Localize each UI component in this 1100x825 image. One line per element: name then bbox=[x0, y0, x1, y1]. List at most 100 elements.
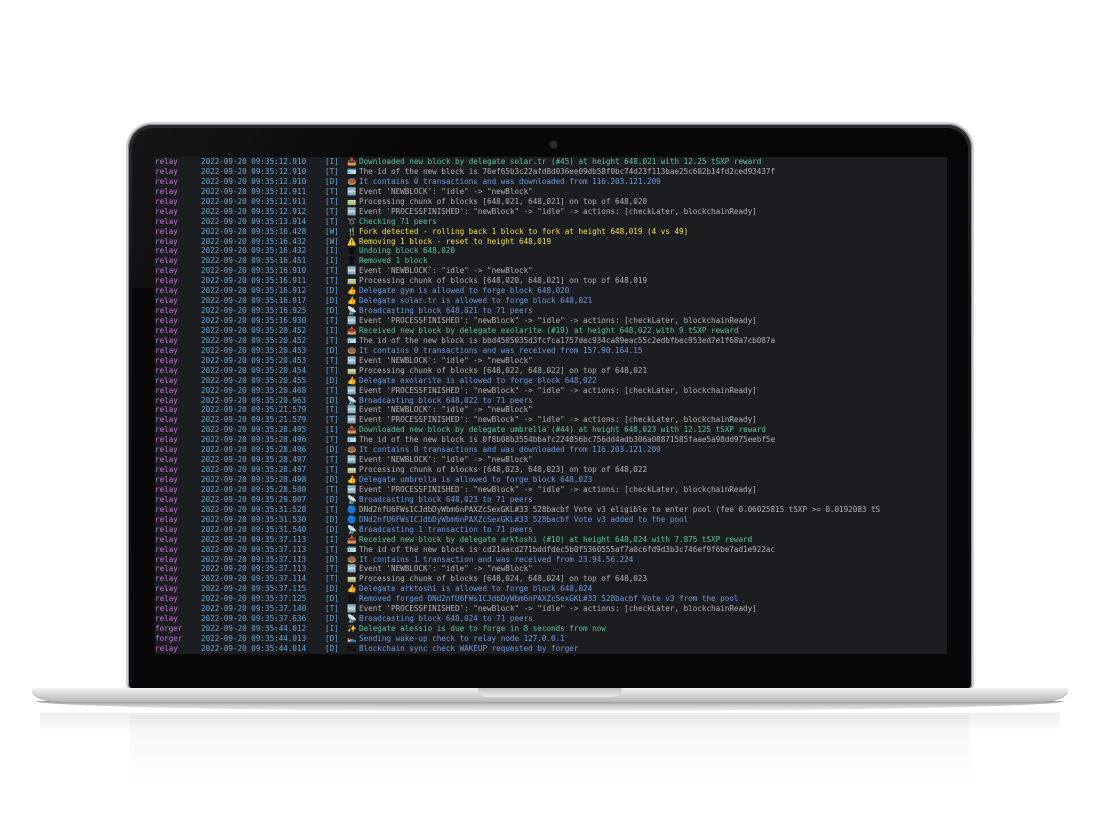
log-message: Downloaded new block by delegate solar.t… bbox=[359, 157, 762, 166]
log-emoji-icon: 🆕 bbox=[347, 484, 357, 494]
log-message: Event 'PROCESSFINISHED': "newBlock" -> "… bbox=[359, 385, 757, 395]
log-message: Received new block by delegate exolarite… bbox=[359, 325, 739, 335]
log-emoji-icon: 🆕 bbox=[347, 405, 357, 415]
log-emoji-icon: 📡 bbox=[347, 614, 357, 624]
bezel-bottom bbox=[133, 654, 967, 688]
log-line: relay 2022-09-20 09:35:37.115 [D] 👍 Delegate… bbox=[155, 584, 947, 594]
log-level: [T] bbox=[325, 385, 339, 395]
log-message: Delegate exolarite is allowed to forge b… bbox=[359, 375, 597, 385]
log-timestamp: 2022-09-20 09:35:20.453 bbox=[201, 355, 307, 365]
log-line: relay 2022-09-20 09:35:16.910 [T] 🆕 Event 'N… bbox=[155, 266, 947, 276]
log-emoji-icon: 📡 bbox=[347, 494, 357, 504]
log-timestamp: 2022-09-20 09:35:28.496 bbox=[201, 435, 307, 445]
laptop-base-edge bbox=[36, 701, 1064, 711]
log-emoji-icon: 🗑 bbox=[347, 246, 357, 256]
log-process: relay bbox=[155, 196, 178, 206]
log-process: relay bbox=[155, 494, 178, 504]
log-process: relay bbox=[155, 157, 178, 166]
log-message: Broadcasting block 648,023 to 71 peers bbox=[359, 494, 533, 504]
log-emoji-icon: 🚃 bbox=[347, 365, 357, 375]
log-message: Downloaded new block by delegate umbrell… bbox=[359, 425, 766, 435]
log-line: relay 2022-09-20 09:35:16.930 [T] 🆕 Event 'P… bbox=[155, 316, 947, 326]
log-process: relay bbox=[155, 554, 178, 564]
log-emoji-icon: 🍩 bbox=[347, 176, 357, 186]
log-emoji-icon: 👍 bbox=[347, 584, 357, 594]
log-process: forger bbox=[155, 634, 183, 643]
log-line: relay 2022-09-20 09:35:12.910 [I] 📥 Download… bbox=[155, 157, 947, 167]
log-line: relay 2022-09-20 09:35:28.496 [T] 🪪 The id o… bbox=[155, 435, 947, 445]
log-level: [T] bbox=[325, 186, 339, 196]
log-timestamp: 2022-09-20 09:35:31.540 bbox=[201, 524, 307, 534]
log-message: Undoing block 648,020 bbox=[359, 246, 456, 256]
log-emoji-icon: 📥 bbox=[347, 425, 357, 435]
log-level: [D] bbox=[325, 614, 339, 624]
log-level: [I] bbox=[325, 256, 339, 266]
log-level: [T] bbox=[325, 504, 339, 514]
log-emoji-icon: 🔵 bbox=[347, 514, 357, 524]
terminal-window[interactable]: relay 2022-09-20 09:35:12.910 [I] 📥 Download… bbox=[155, 157, 947, 654]
log-message: DNd2nfU6FWs1CJdbDyWbm6nPAXZcSexGKL#33 52… bbox=[359, 514, 689, 524]
log-line: relay 2022-09-20 09:35:28.498 [D] 👍 Delegate… bbox=[155, 475, 947, 485]
log-process: relay bbox=[155, 484, 178, 494]
log-timestamp: 2022-09-20 09:35:29.007 bbox=[201, 494, 307, 504]
log-message: Event 'NEWBLOCK': "idle" -> "newBlock" bbox=[359, 266, 533, 276]
log-message: Event 'PROCESSFINISHED': "newBlock" -> "… bbox=[359, 484, 757, 494]
log-process: relay bbox=[155, 435, 178, 445]
log-line: relay 2022-09-20 09:35:16.428 [W] 🍴 Fork det… bbox=[155, 227, 947, 237]
log-level: [T] bbox=[325, 465, 339, 475]
log-emoji-icon: 📥 bbox=[347, 157, 357, 166]
log-process: relay bbox=[155, 345, 178, 355]
log-process: relay bbox=[155, 166, 178, 176]
log-message: It contains 1 transaction and was receiv… bbox=[359, 554, 634, 564]
log-level: [T] bbox=[325, 365, 339, 375]
log-message: Processing chunk of blocks [648,020, 648… bbox=[359, 276, 648, 286]
log-line: relay 2022-09-20 09:35:37.113 [T] 🪪 The id o… bbox=[155, 545, 947, 555]
log-level: [I] bbox=[325, 157, 339, 166]
log-emoji-icon: 📥 bbox=[347, 534, 357, 544]
log-timestamp: 2022-09-20 09:35:16.428 bbox=[201, 226, 307, 236]
log-timestamp: 2022-09-20 09:35:16.925 bbox=[201, 306, 307, 316]
log-emoji-icon: 🍩 bbox=[347, 345, 357, 355]
log-emoji-icon: 📡 bbox=[347, 524, 357, 534]
log-level: [D] bbox=[325, 286, 339, 296]
lid-opening-notch bbox=[478, 688, 622, 697]
log-level: [D] bbox=[325, 306, 339, 316]
log-emoji-icon: 🆕 bbox=[347, 206, 357, 216]
log-emoji-icon: 📡 bbox=[347, 306, 357, 316]
log-process: relay bbox=[155, 504, 178, 514]
log-process: relay bbox=[155, 246, 178, 256]
log-emoji-icon: 🗒 bbox=[347, 594, 357, 604]
log-process: relay bbox=[155, 475, 178, 484]
log-timestamp: 2022-09-20 09:35:13.914 bbox=[201, 216, 307, 226]
log-timestamp: 2022-09-20 09:35:12.912 bbox=[201, 206, 307, 216]
log-emoji-icon: 🍩 bbox=[347, 445, 357, 455]
log-level: [D] bbox=[325, 395, 339, 405]
log-emoji-icon: 🪪 bbox=[347, 544, 357, 554]
log-emoji-icon: 🆕 bbox=[347, 355, 357, 365]
log-line: relay 2022-09-20 09:35:37.113 [D] 🍩 It conta… bbox=[155, 555, 947, 565]
log-timestamp: 2022-09-20 09:35:16.917 bbox=[201, 296, 307, 306]
log-message: Event 'PROCESSFINISHED': "newBlock" -> "… bbox=[359, 604, 757, 614]
log-line: relay 2022-09-20 09:35:16.925 [D] 📡 Broadcas… bbox=[155, 306, 947, 316]
log-timestamp: 2022-09-20 09:35:21.579 bbox=[201, 405, 307, 415]
log-line: relay 2022-09-20 09:35:28.509 [T] 🆕 Event 'P… bbox=[155, 485, 947, 495]
log-line: relay 2022-09-20 09:35:37.113 [I] 📥 Received… bbox=[155, 535, 947, 545]
log-timestamp: 2022-09-20 09:35:28.498 bbox=[201, 475, 307, 484]
log-message: Delegate arktoshi is allowed to forge bl… bbox=[359, 584, 593, 594]
log-level: [D] bbox=[325, 554, 339, 564]
log-level: [T] bbox=[325, 316, 339, 325]
log-level: [T] bbox=[325, 405, 339, 415]
log-timestamp: 2022-09-20 09:35:16.451 bbox=[201, 256, 307, 266]
log-timestamp: 2022-09-20 09:35:12.910 bbox=[201, 166, 307, 176]
log-emoji-icon: 🛏 bbox=[347, 643, 357, 653]
log-timestamp: 2022-09-20 09:35:37.636 bbox=[201, 614, 307, 624]
log-process: relay bbox=[155, 574, 178, 584]
log-emoji-icon: 🆕 bbox=[347, 316, 357, 325]
log-level: [D] bbox=[325, 475, 339, 484]
log-output: relay 2022-09-20 09:35:12.910 [I] 📥 Download… bbox=[155, 157, 947, 654]
log-process: relay bbox=[155, 534, 178, 544]
log-emoji-icon: 🗑 bbox=[347, 256, 357, 266]
log-timestamp: 2022-09-20 09:35:37.113 bbox=[201, 554, 307, 564]
log-timestamp: 2022-09-20 09:35:37.113 bbox=[201, 534, 307, 544]
log-level: [D] bbox=[325, 375, 339, 385]
